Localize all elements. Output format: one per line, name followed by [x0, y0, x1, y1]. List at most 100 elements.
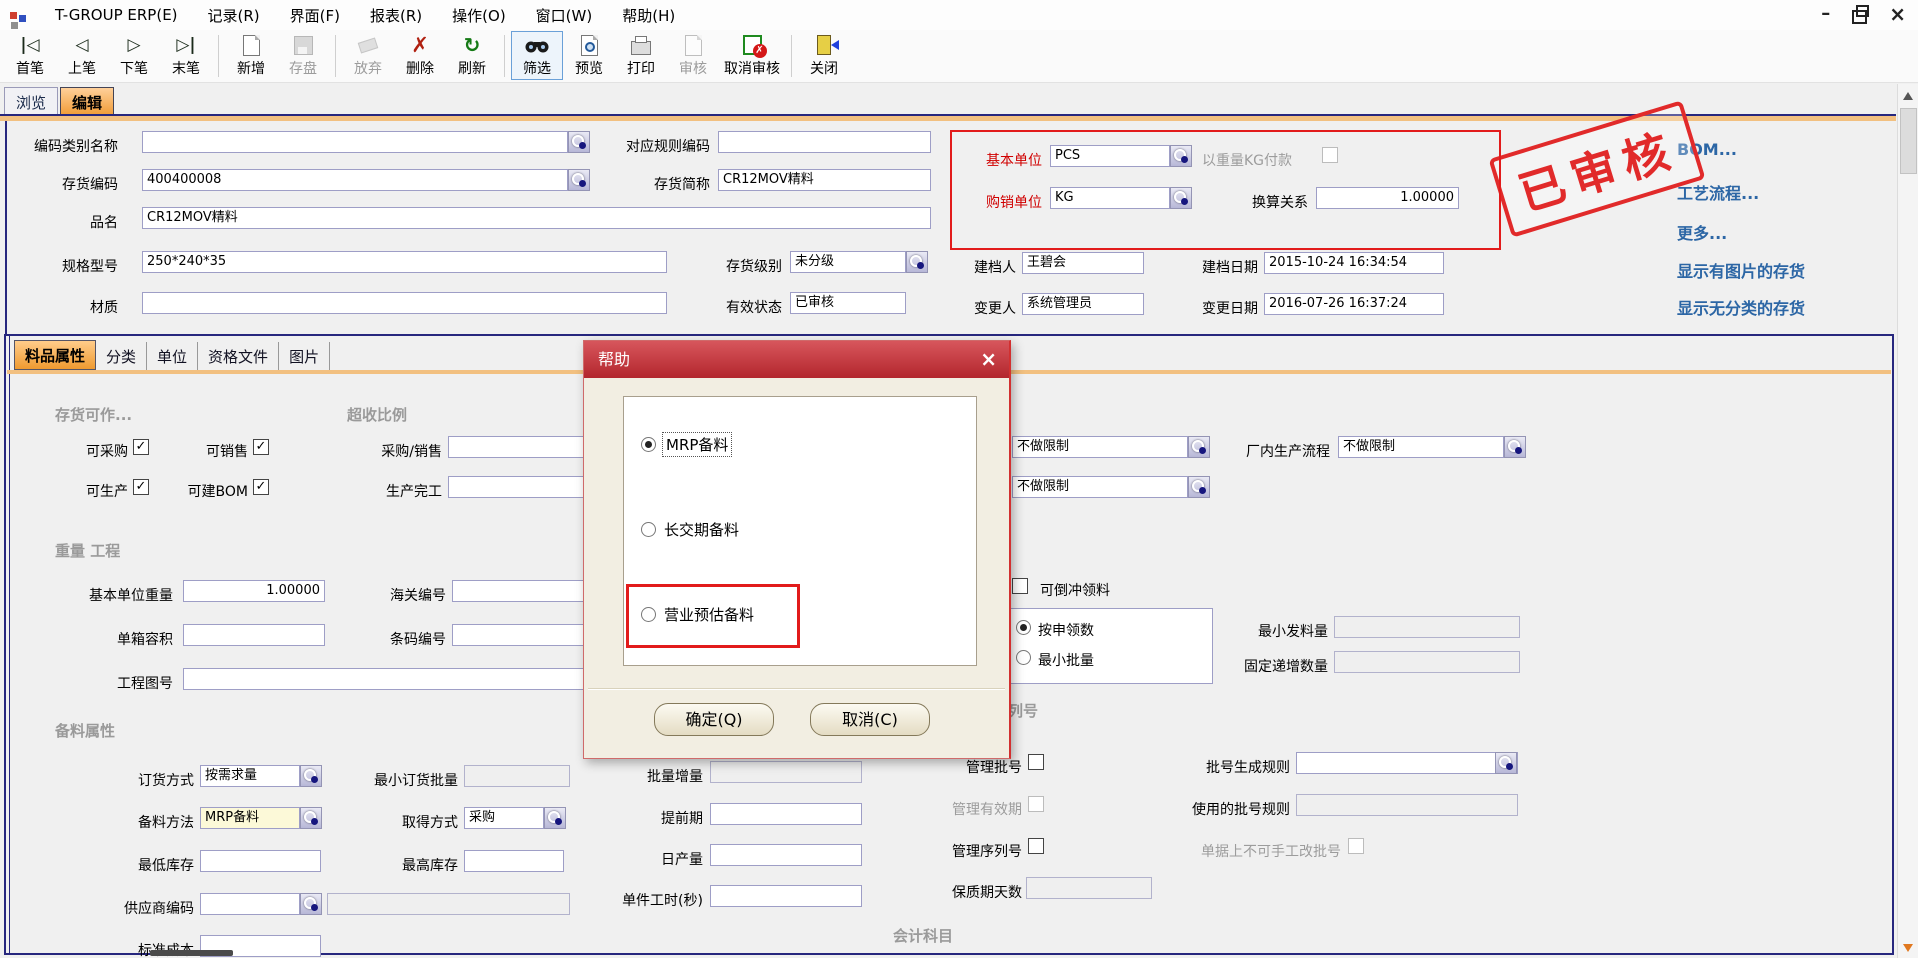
- last-record-button[interactable]: ▷| 末笔: [160, 31, 212, 80]
- supplier-field[interactable]: [200, 893, 300, 915]
- tab-browse[interactable]: 浏览: [4, 87, 58, 116]
- spec-label: 规格型号: [18, 256, 118, 276]
- link-more[interactable]: 更多...: [1677, 220, 1727, 244]
- scroll-up-icon[interactable]: [1903, 92, 1913, 100]
- coding-class-field[interactable]: [142, 131, 568, 153]
- cancel-audit-icon: [743, 35, 762, 55]
- name-field[interactable]: CR12MOV精料: [142, 207, 931, 229]
- subtab-item-attrs[interactable]: 料品属性: [14, 340, 96, 370]
- purchasable-checkbox[interactable]: [133, 439, 149, 455]
- acquire-lookup-icon[interactable]: [544, 807, 566, 829]
- sellable-checkbox[interactable]: [253, 439, 269, 455]
- first-record-button[interactable]: |◁ 首笔: [4, 31, 56, 80]
- menu-app[interactable]: T-GROUP ERP(E): [55, 6, 178, 24]
- subtab-qualification[interactable]: 资格文件: [198, 342, 279, 370]
- inv-code-lookup-icon[interactable]: [568, 169, 590, 191]
- spec-field[interactable]: 250*240*35: [142, 251, 667, 273]
- eraser-icon: [358, 37, 379, 53]
- batch-inc-field: [710, 761, 862, 783]
- batch-rule-lookup-icon[interactable]: [1495, 752, 1517, 774]
- link-show-unclassified[interactable]: 显示无分类的存货: [1677, 295, 1805, 319]
- unit-hours-field[interactable]: [710, 885, 862, 907]
- new-button[interactable]: 新增: [225, 31, 277, 80]
- close-icon[interactable]: ×: [1889, 2, 1906, 26]
- menu-record[interactable]: 记录(R): [208, 5, 260, 26]
- limit2-lookup-icon[interactable]: [1188, 476, 1210, 498]
- print-button[interactable]: 打印: [615, 31, 667, 80]
- dialog-close-icon[interactable]: ×: [980, 341, 997, 378]
- min-issue-label: 最小发料量: [1228, 621, 1328, 641]
- max-stock-field[interactable]: [464, 850, 564, 872]
- help-dialog-titlebar[interactable]: 帮助 ×: [584, 341, 1009, 378]
- prep-method-lookup-icon[interactable]: [300, 807, 322, 829]
- issue-min-batch-radio[interactable]: [1016, 650, 1031, 665]
- subtab-images[interactable]: 图片: [279, 342, 330, 370]
- daily-output-field[interactable]: [710, 844, 862, 866]
- link-show-with-image[interactable]: 显示有图片的存货: [1677, 258, 1805, 282]
- menu-operate[interactable]: 操作(O): [452, 5, 506, 26]
- subtab-units[interactable]: 单位: [147, 342, 198, 370]
- order-mode-field[interactable]: 按需求量: [200, 765, 300, 787]
- minimize-icon[interactable]: –: [1821, 2, 1830, 26]
- option-mrp-label[interactable]: MRP备料: [663, 433, 731, 456]
- toolbar: |◁ 首笔 ◁ 上笔 ▷ 下笔 ▷| 末笔 新增 存盘 放弃 ✗: [0, 30, 1918, 83]
- coding-class-lookup-icon[interactable]: [568, 131, 590, 153]
- box-volume-field[interactable]: [183, 624, 325, 646]
- supplier-lookup-icon[interactable]: [300, 893, 322, 915]
- limit1-lookup-icon[interactable]: [1188, 436, 1210, 458]
- refresh-label: 刷新: [458, 58, 486, 78]
- base-weight-field[interactable]: 1.00000: [183, 580, 325, 602]
- tab-edit[interactable]: 编辑: [60, 87, 114, 116]
- inv-level-lookup-icon[interactable]: [906, 251, 928, 273]
- factory-flow-field[interactable]: 不做限制: [1338, 436, 1504, 458]
- min-order-field: [464, 765, 570, 787]
- backflush-checkbox[interactable]: [1012, 578, 1028, 594]
- acquire-field[interactable]: 采购: [464, 807, 544, 829]
- prep-method-field[interactable]: MRP备料: [200, 807, 300, 829]
- inv-short-field[interactable]: CR12MOV精料: [718, 169, 931, 191]
- limit1-field[interactable]: 不做限制: [1012, 436, 1188, 458]
- manage-batch-checkbox[interactable]: [1028, 754, 1044, 770]
- scroll-thumb[interactable]: [1900, 108, 1917, 174]
- prev-record-button[interactable]: ◁ 上笔: [56, 31, 108, 80]
- inv-code-field[interactable]: 400400008: [142, 169, 568, 191]
- lead-time-field[interactable]: [710, 803, 862, 825]
- used-batch-rule-label: 使用的批号规则: [1155, 799, 1290, 819]
- audit-icon: [685, 35, 702, 56]
- scroll-down-icon[interactable]: [1903, 944, 1913, 952]
- sub-tab-strip: 料品属性 分类 单位 资格文件 图片: [14, 340, 330, 370]
- menu-interface[interactable]: 界面(F): [290, 5, 340, 26]
- manage-serial-checkbox[interactable]: [1028, 838, 1044, 854]
- inv-level-field[interactable]: 未分级: [790, 251, 906, 273]
- subtab-classify[interactable]: 分类: [96, 342, 147, 370]
- preview-button[interactable]: 预览: [563, 31, 615, 80]
- rule-code-field[interactable]: [718, 131, 931, 153]
- bomable-checkbox[interactable]: [253, 479, 269, 495]
- material-field[interactable]: [142, 292, 667, 314]
- batch-rule-field[interactable]: [1296, 752, 1518, 774]
- backflush-label: 可倒冲领料: [1040, 580, 1140, 600]
- dialog-divider: [588, 688, 1005, 690]
- restore-icon[interactable]: [1852, 10, 1867, 24]
- limit2-field[interactable]: 不做限制: [1012, 476, 1188, 498]
- option-long-lead-label[interactable]: 长交期备料: [664, 519, 739, 540]
- producible-checkbox[interactable]: [133, 479, 149, 495]
- factory-flow-lookup-icon[interactable]: [1504, 436, 1526, 458]
- menu-window[interactable]: 窗口(W): [536, 5, 593, 26]
- menu-help[interactable]: 帮助(H): [622, 5, 675, 26]
- option-mrp-radio[interactable]: [641, 437, 656, 452]
- delete-button[interactable]: ✗ 删除: [394, 31, 446, 80]
- vertical-scrollbar[interactable]: [1897, 84, 1918, 958]
- close-form-button[interactable]: 关闭: [798, 31, 850, 80]
- cancel-audit-button[interactable]: 取消审核: [719, 31, 785, 80]
- next-record-button[interactable]: ▷ 下笔: [108, 31, 160, 80]
- min-stock-field[interactable]: [200, 850, 321, 872]
- refresh-button[interactable]: ↻ 刷新: [446, 31, 498, 80]
- option-long-lead-radio[interactable]: [641, 522, 656, 537]
- cancel-button[interactable]: 取消(C): [810, 703, 930, 736]
- order-mode-lookup-icon[interactable]: [300, 765, 322, 787]
- menu-report[interactable]: 报表(R): [370, 5, 422, 26]
- ok-button[interactable]: 确定(Q): [654, 703, 774, 736]
- filter-button[interactable]: 筛选: [511, 31, 563, 80]
- issue-by-request-radio[interactable]: [1016, 620, 1031, 635]
